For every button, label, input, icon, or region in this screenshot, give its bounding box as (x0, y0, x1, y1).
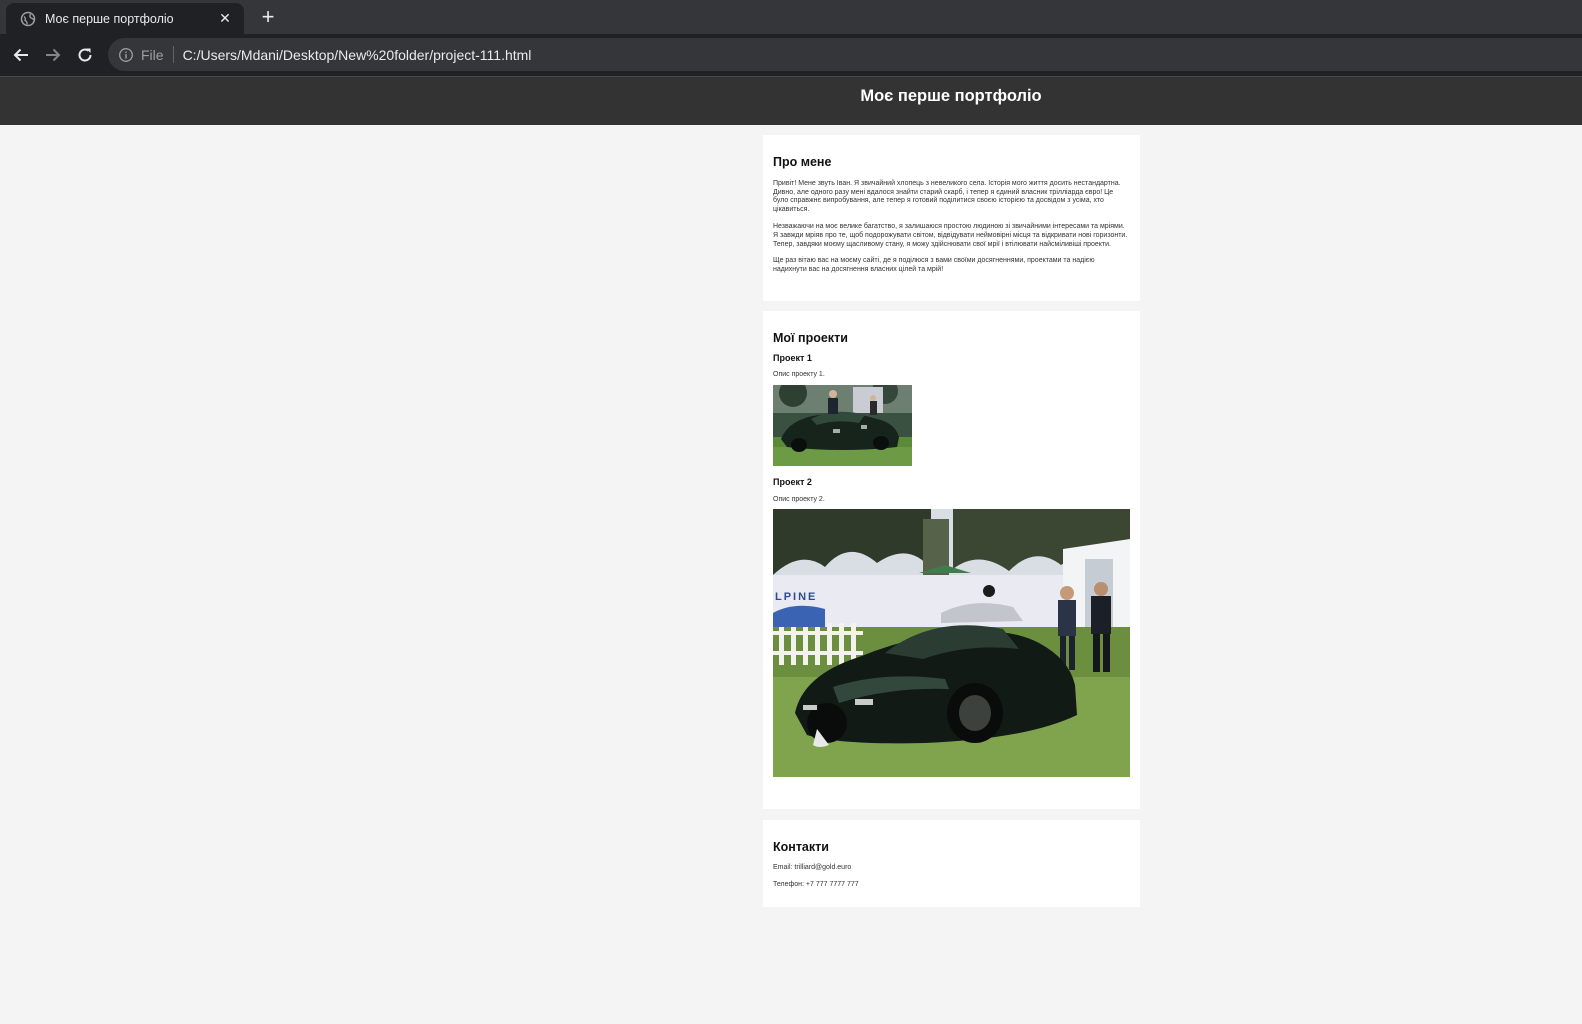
project-description: Опис проекту 1. (773, 371, 825, 378)
plus-icon[interactable]: + (258, 5, 278, 29)
about-paragraph: Ще раз вітаю вас на моєму сайті, де я по… (773, 257, 1095, 273)
about-paragraph: Привіт! Мене звуть Іван. Я звичайний хло… (773, 180, 1121, 213)
about-paragraph: Незважаючи на моє велике багатство, я за… (773, 223, 1128, 248)
project-title: Проект 1 (773, 353, 812, 363)
browser-tabstrip: Моє перше портфоліо ✕ + (0, 0, 1582, 34)
project-description: Опис проекту 2. (773, 495, 825, 503)
tab-title: Моє перше портфоліо (45, 11, 174, 26)
forward-arrow-icon[interactable] (41, 43, 65, 67)
project-title: Проект 2 (773, 476, 812, 487)
contact-email: Email: trilliard@gold.euro (773, 864, 852, 871)
project-1-car-image (773, 384, 912, 466)
about-heading: Про мене (773, 155, 832, 169)
info-icon[interactable] (118, 47, 134, 63)
contacts-section: Контакти Email: trilliard@gold.euro Теле… (763, 820, 1140, 907)
close-icon[interactable]: ✕ (216, 10, 234, 27)
address-separator (172, 46, 174, 63)
back-arrow-icon[interactable] (9, 43, 33, 67)
banner-text: LPINE (775, 591, 817, 603)
contact-phone: Телефон: +7 777 7777 777 (773, 880, 859, 888)
contacts-heading: Контакти (773, 840, 829, 854)
address-bar[interactable]: File C:/Users/Mdani/Desktop/New%20folder… (108, 38, 1582, 71)
projects-heading: Мої проекти (773, 331, 848, 345)
address-scheme-label: File (141, 46, 164, 63)
about-section: Про мене Привіт! Мене звуть Іван. Я звич… (763, 135, 1140, 301)
page-title: Моє перше портфоліо (860, 87, 1042, 105)
browser-tab[interactable]: Моє перше портфоліо ✕ (6, 3, 244, 34)
reload-icon[interactable] (73, 43, 97, 67)
address-url[interactable]: C:/Users/Mdani/Desktop/New%20folder/proj… (183, 47, 532, 63)
page-header: Моє перше портфоліо (0, 76, 1582, 125)
globe-icon (20, 11, 36, 27)
browser-toolbar: File C:/Users/Mdani/Desktop/New%20folder… (0, 34, 1582, 76)
projects-section: Мої проекти Проект 1 Опис проекту 1. Про… (763, 311, 1140, 809)
project-2-car-image: LPINE (773, 509, 1130, 778)
